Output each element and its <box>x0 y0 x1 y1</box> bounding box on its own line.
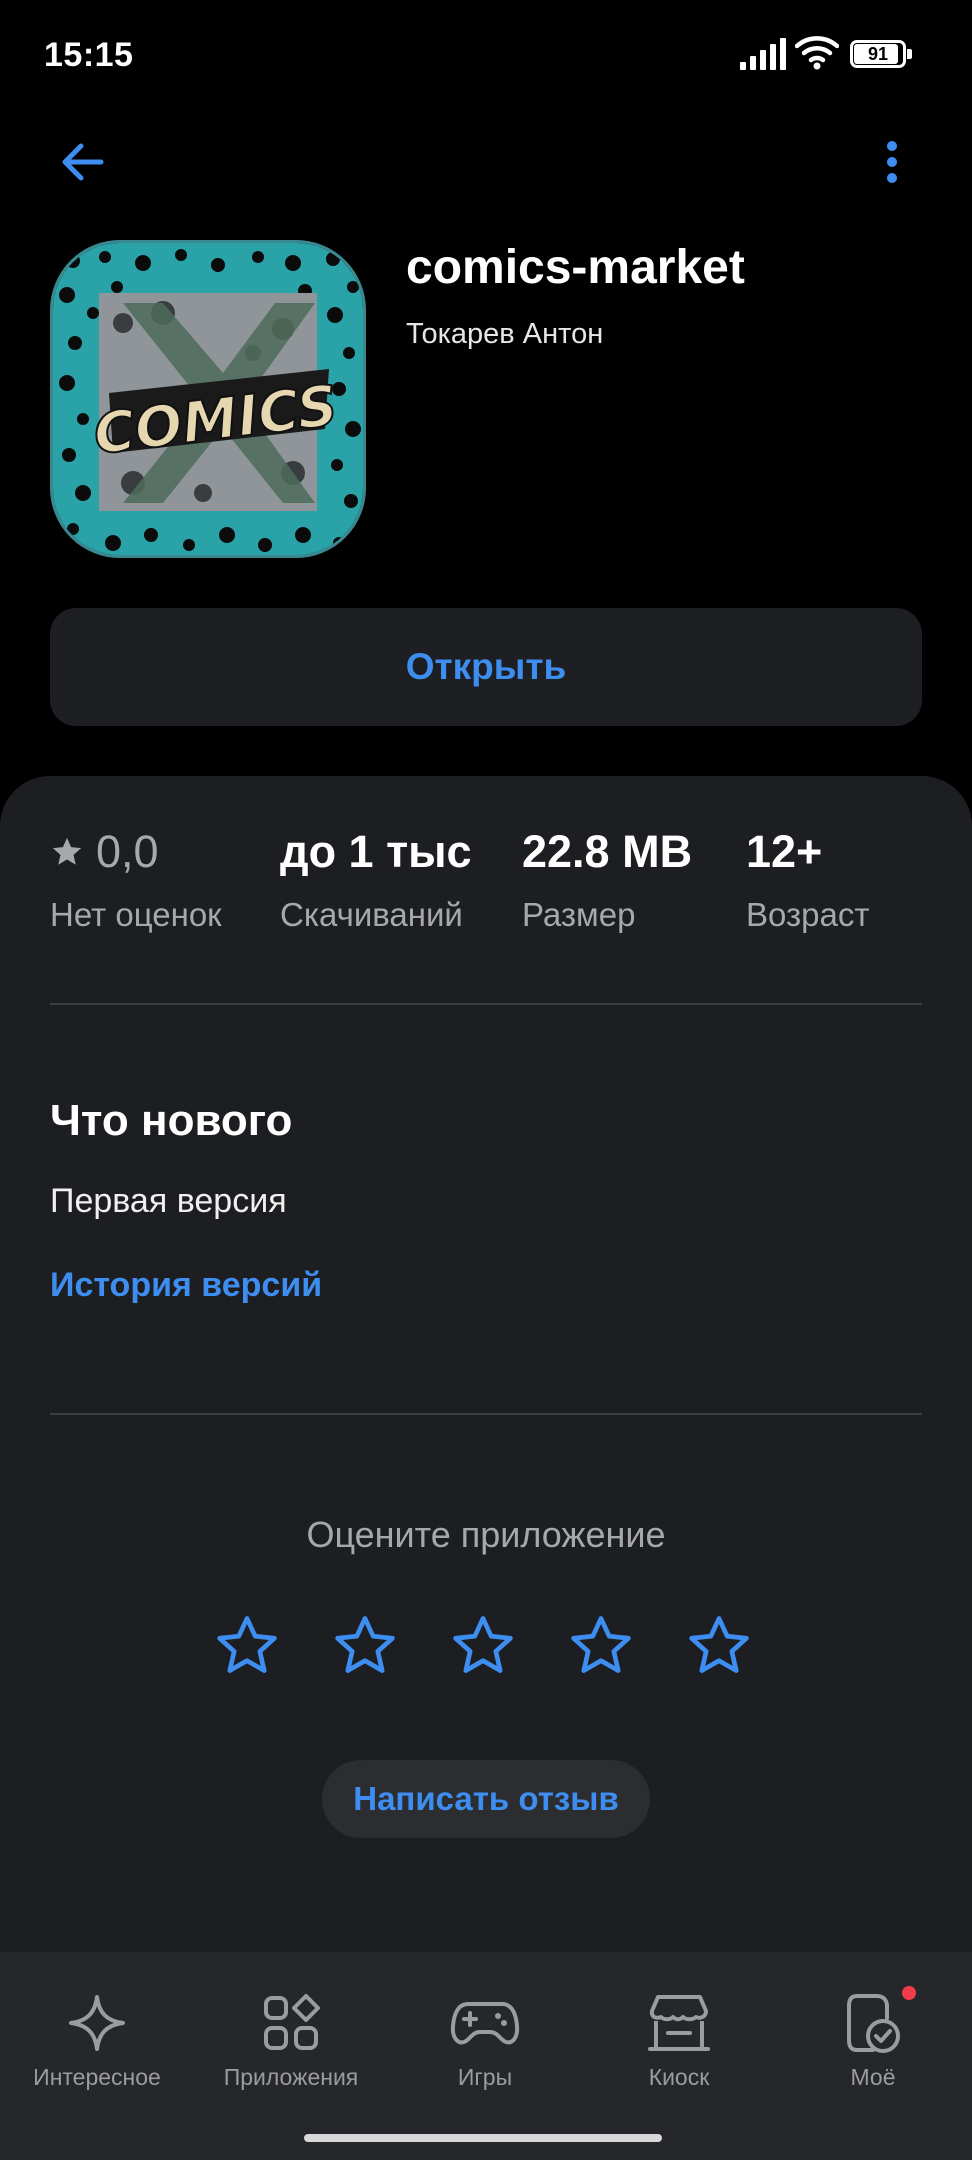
stat-rating: 0,0 Нет оценок <box>50 826 222 934</box>
stat-size-label: Размер <box>522 896 636 933</box>
stat-rating-label: Нет оценок <box>50 896 222 933</box>
open-button[interactable]: Открыть <box>50 608 922 726</box>
rate-star-5[interactable] <box>684 1612 754 1682</box>
whats-new-title: Что нового <box>50 1096 293 1145</box>
arrow-left-icon <box>62 143 104 181</box>
gamepad-icon <box>450 2002 520 2045</box>
sparkle-icon <box>69 1995 125 2051</box>
nav-item-games[interactable]: Игры <box>390 1988 580 2091</box>
rate-star-4[interactable] <box>566 1612 636 1682</box>
my-apps-icon <box>847 1994 900 2053</box>
star-outline-icon <box>217 1616 277 1673</box>
star-outline-icon <box>571 1616 631 1673</box>
app-icon: COMICS <box>50 240 366 558</box>
back-button[interactable] <box>50 130 114 194</box>
kiosk-icon <box>648 1995 710 2051</box>
battery-icon: 91 <box>850 40 912 68</box>
nav-item-kiosk[interactable]: Киоск <box>584 1988 774 2091</box>
wifi-icon <box>795 36 839 70</box>
version-history-link[interactable]: История версий <box>50 1266 322 1305</box>
stat-size: 22.8 MB Размер <box>522 826 692 934</box>
nav-item-apps[interactable]: Приложения <box>196 1988 386 2091</box>
home-indicator[interactable] <box>304 2134 662 2142</box>
status-time: 15:15 <box>44 36 134 74</box>
rate-star-2[interactable] <box>330 1612 400 1682</box>
signal-icon <box>740 38 786 70</box>
stat-age-value: 12+ <box>746 826 823 877</box>
more-vertical-icon <box>887 141 897 183</box>
stat-size-value: 22.8 MB <box>522 826 693 877</box>
star-outline-icon <box>689 1616 749 1673</box>
whats-new-text: Первая версия <box>50 1182 287 1220</box>
nav-label: Приложения <box>223 2064 359 2090</box>
star-icon <box>52 837 82 865</box>
rate-star-1[interactable] <box>212 1612 282 1682</box>
nav-label: Моё <box>850 2064 896 2090</box>
stat-age: 12+ Возраст <box>746 826 869 934</box>
stat-downloads-label: Скачиваний <box>280 896 463 933</box>
app-details-screen: 15:15 91 COMICS comics-market Токарев Ан… <box>0 0 972 2160</box>
rating-stars <box>212 1612 772 1692</box>
divider <box>50 1003 922 1005</box>
stat-downloads-value: до 1 тыс <box>280 826 472 877</box>
nav-item-mine[interactable]: Моё <box>778 1986 968 2091</box>
stat-downloads: до 1 тыс Скачиваний <box>280 826 472 934</box>
app-stats: 0,0 Нет оценок до 1 тыс Скачиваний 22.8 … <box>50 826 930 956</box>
nav-label: Интересное <box>33 2064 161 2090</box>
nav-label: Киоск <box>648 2064 710 2090</box>
apps-grid-icon <box>264 1994 320 2050</box>
rate-app-title: Оцените приложение <box>306 1514 666 1555</box>
notification-badge <box>902 1986 916 2000</box>
nav-label: Игры <box>457 2064 513 2090</box>
app-title: comics-market <box>406 241 745 294</box>
app-developer[interactable]: Токарев Антон <box>406 318 603 351</box>
rate-star-3[interactable] <box>448 1612 518 1682</box>
stat-age-label: Возраст <box>746 896 870 933</box>
stat-rating-value: 0,0 <box>96 826 159 877</box>
more-options-button[interactable] <box>872 130 912 194</box>
write-review-button[interactable]: Написать отзыв <box>322 1760 650 1838</box>
divider <box>50 1413 922 1415</box>
nav-item-featured[interactable]: Интересное <box>2 1988 192 2091</box>
status-bar: 15:15 91 <box>0 0 972 110</box>
bottom-navigation: Интересное Приложения Игры Киоск Моё <box>0 1952 972 2160</box>
star-outline-icon <box>335 1616 395 1673</box>
star-outline-icon <box>453 1616 513 1673</box>
battery-level: 91 <box>867 44 889 64</box>
